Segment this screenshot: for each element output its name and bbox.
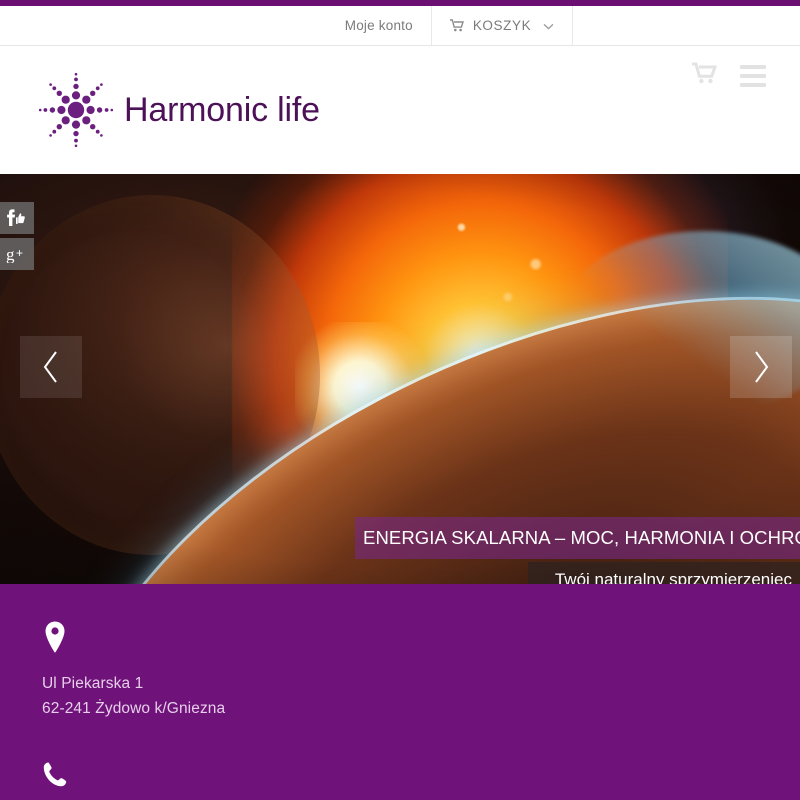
- chevron-down-icon: [543, 20, 554, 31]
- site-footer: Ul Piekarska 1 62-241 Żydowo k/Gniezna: [0, 584, 800, 800]
- my-account-label: Moje konto: [344, 18, 413, 33]
- top-utility-items: Moje konto KOSZYK: [327, 6, 574, 45]
- cart-dropdown-button[interactable]: KOSZYK: [430, 6, 574, 45]
- footer-contact-column: Ul Piekarska 1 62-241 Żydowo k/Gniezna: [0, 584, 800, 796]
- cart-label: KOSZYK: [472, 18, 532, 33]
- social-share-rail: g +: [0, 202, 34, 270]
- facebook-share-button[interactable]: [0, 202, 34, 234]
- googleplus-share-button[interactable]: g +: [0, 238, 34, 270]
- shopping-cart-icon: [449, 19, 465, 32]
- slider-prev-button[interactable]: [20, 336, 82, 398]
- slider-next-button[interactable]: [730, 336, 792, 398]
- sunburst-dots-icon: [38, 72, 114, 148]
- svg-text:+: +: [16, 246, 23, 260]
- logo-wordmark: Harmonic life: [124, 90, 320, 129]
- page-root: Moje konto KOSZYK Harmonic life g + ENER…: [0, 0, 800, 800]
- top-utility-bar: Moje konto KOSZYK: [0, 6, 800, 46]
- slide-caption-subtitle-text: Twój naturalny sprzymierzeniec: [554, 569, 792, 585]
- slide-caption-title: ENERGIA SKALARNA – MOC, HARMONIA I OCHRO…: [355, 517, 800, 559]
- header-tools: [692, 62, 766, 89]
- hamburger-menu-icon[interactable]: [740, 64, 766, 87]
- address-line-1: Ul Piekarska 1: [42, 675, 144, 692]
- svg-text:g: g: [6, 245, 15, 263]
- footer-phone: [42, 761, 800, 796]
- map-pin-icon: [42, 621, 68, 658]
- footer-address: Ul Piekarska 1 62-241 Żydowo k/Gniezna: [42, 671, 800, 721]
- slide-caption-subtitle: Twój naturalny sprzymierzeniec: [528, 562, 800, 584]
- slide-caption-title-text: ENERGIA SKALARNA – MOC, HARMONIA I OCHRO…: [363, 527, 800, 548]
- hero-slider: g + ENERGIA SKALARNA – MOC, HARMONIA I O…: [0, 174, 800, 584]
- site-header: Harmonic life: [0, 46, 800, 174]
- address-line-2: 62-241 Żydowo k/Gniezna: [42, 700, 226, 717]
- shopping-cart-icon[interactable]: [692, 62, 718, 89]
- phone-icon: [42, 762, 70, 795]
- my-account-link[interactable]: Moje konto: [327, 6, 431, 45]
- site-logo[interactable]: Harmonic life: [38, 72, 320, 148]
